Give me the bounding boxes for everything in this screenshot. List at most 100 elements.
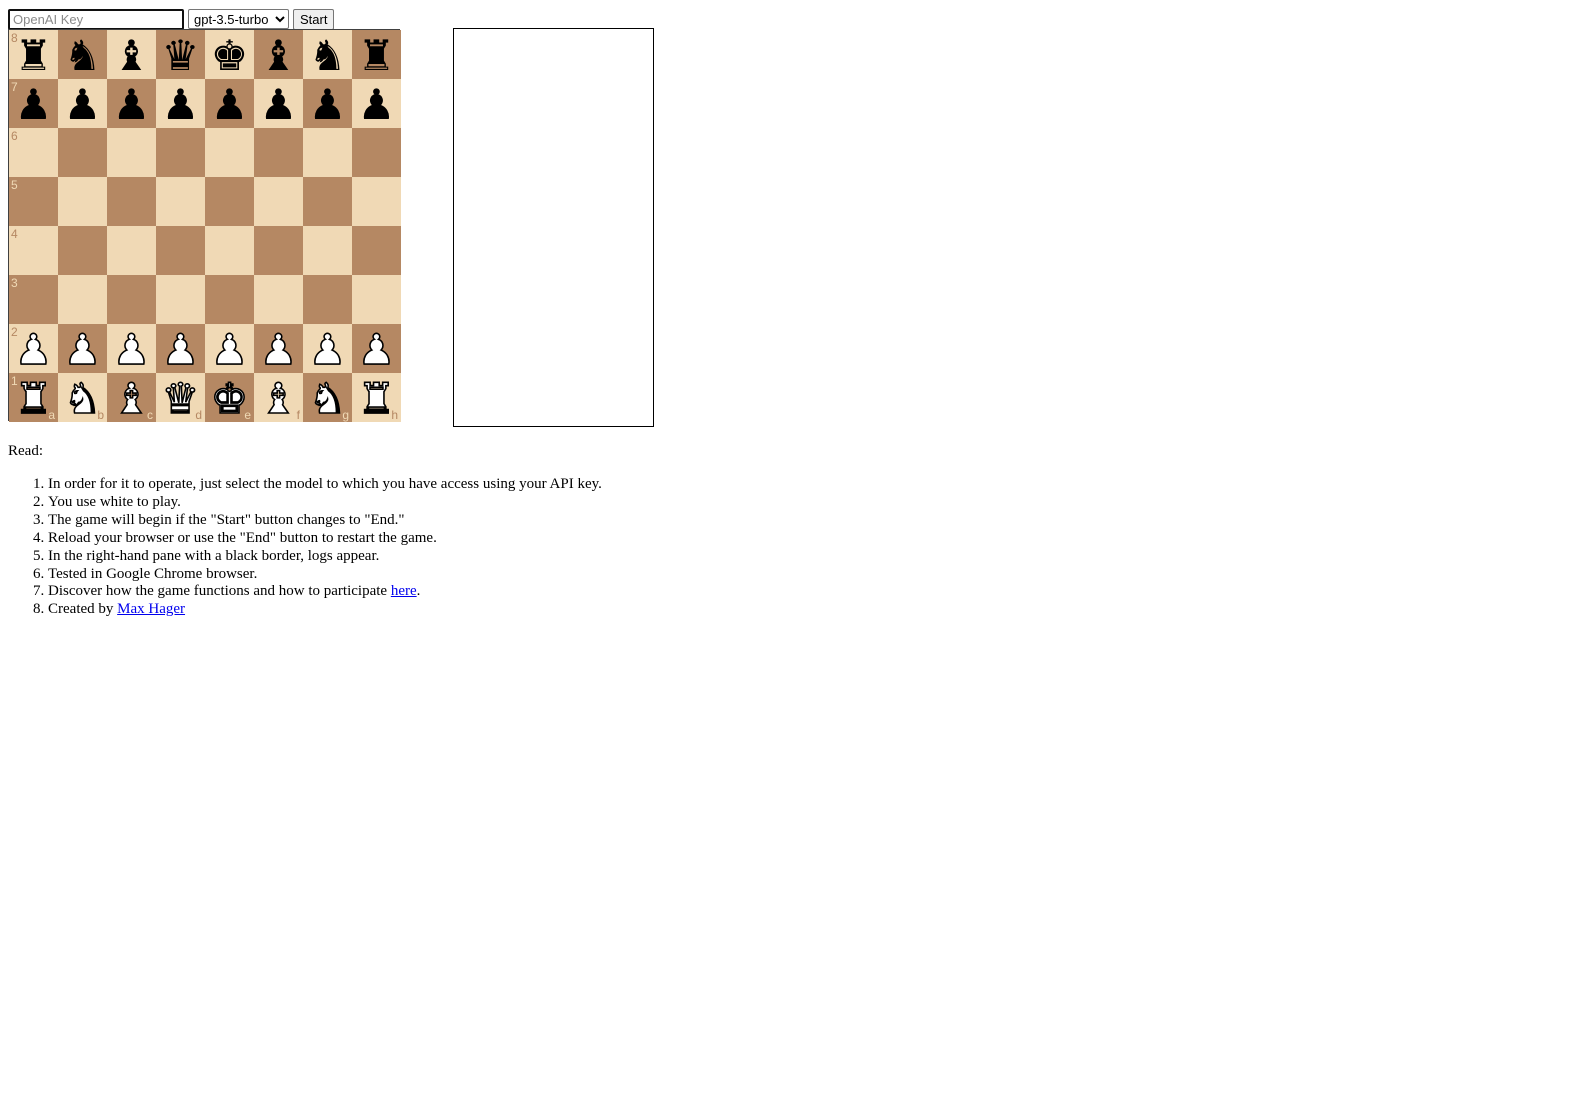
square-d3[interactable] <box>156 275 205 324</box>
square-h1[interactable]: h ♜ <box>352 373 401 422</box>
white-pawn-icon[interactable]: ♟ <box>9 324 58 373</box>
white-pawn-icon[interactable]: ♟ <box>156 324 205 373</box>
square-e5[interactable] <box>205 177 254 226</box>
square-h6[interactable] <box>352 128 401 177</box>
white-pawn-icon[interactable]: ♟ <box>254 324 303 373</box>
black-bishop-icon[interactable]: ♝ <box>107 31 156 79</box>
black-pawn-icon[interactable]: ♟ <box>156 80 205 128</box>
white-pawn-icon[interactable]: ♟ <box>352 324 401 373</box>
square-g8[interactable]: ♞ <box>303 30 352 79</box>
black-pawn-icon[interactable]: ♟ <box>58 80 107 128</box>
square-g4[interactable] <box>303 226 352 275</box>
black-rook-icon[interactable]: ♜ <box>352 31 401 79</box>
white-pawn-icon[interactable]: ♟ <box>303 324 352 373</box>
square-d4[interactable] <box>156 226 205 275</box>
square-d5[interactable] <box>156 177 205 226</box>
black-bishop-icon[interactable]: ♝ <box>254 31 303 79</box>
square-c4[interactable] <box>107 226 156 275</box>
square-b6[interactable] <box>58 128 107 177</box>
square-e3[interactable] <box>205 275 254 324</box>
square-a7[interactable]: 7 ♟ <box>9 79 58 128</box>
start-button[interactable]: Start <box>293 8 335 30</box>
white-bishop-icon[interactable]: ♝ <box>254 373 303 422</box>
white-rook-icon[interactable]: ♜ <box>9 373 58 422</box>
square-a1[interactable]: 1 a ♜ <box>9 373 58 422</box>
square-g2[interactable]: ♟ <box>303 324 352 373</box>
square-b8[interactable]: ♞ <box>58 30 107 79</box>
black-pawn-icon[interactable]: ♟ <box>254 80 303 128</box>
square-h8[interactable]: ♜ <box>352 30 401 79</box>
square-f7[interactable]: ♟ <box>254 79 303 128</box>
square-e2[interactable]: ♟ <box>205 324 254 373</box>
white-knight-icon[interactable]: ♞ <box>58 373 107 422</box>
black-rook-icon[interactable]: ♜ <box>9 31 58 79</box>
black-pawn-icon[interactable]: ♟ <box>107 80 156 128</box>
square-e4[interactable] <box>205 226 254 275</box>
square-e6[interactable] <box>205 128 254 177</box>
square-a8[interactable]: 8 ♜ <box>9 30 58 79</box>
black-knight-icon[interactable]: ♞ <box>303 31 352 79</box>
square-f4[interactable] <box>254 226 303 275</box>
square-b2[interactable]: ♟ <box>58 324 107 373</box>
openai-key-input[interactable] <box>8 8 184 30</box>
square-e1[interactable]: e ♚ <box>205 373 254 422</box>
square-a2[interactable]: 2 ♟ <box>9 324 58 373</box>
square-g6[interactable] <box>303 128 352 177</box>
model-select[interactable]: gpt-3.5-turbo <box>188 9 289 29</box>
black-pawn-icon[interactable]: ♟ <box>303 80 352 128</box>
square-d7[interactable]: ♟ <box>156 79 205 128</box>
square-h3[interactable] <box>352 275 401 324</box>
square-c7[interactable]: ♟ <box>107 79 156 128</box>
square-g7[interactable]: ♟ <box>303 79 352 128</box>
square-g3[interactable] <box>303 275 352 324</box>
black-king-icon[interactable]: ♚ <box>205 31 254 79</box>
square-h7[interactable]: ♟ <box>352 79 401 128</box>
square-c1[interactable]: c ♝ <box>107 373 156 422</box>
black-knight-icon[interactable]: ♞ <box>58 31 107 79</box>
square-g5[interactable] <box>303 177 352 226</box>
white-pawn-icon[interactable]: ♟ <box>205 324 254 373</box>
square-a5[interactable]: 5 <box>9 177 58 226</box>
square-b1[interactable]: b ♞ <box>58 373 107 422</box>
black-queen-icon[interactable]: ♛ <box>156 31 205 79</box>
square-f8[interactable]: ♝ <box>254 30 303 79</box>
square-h4[interactable] <box>352 226 401 275</box>
square-f5[interactable] <box>254 177 303 226</box>
black-pawn-icon[interactable]: ♟ <box>205 80 254 128</box>
white-bishop-icon[interactable]: ♝ <box>107 373 156 422</box>
square-d6[interactable] <box>156 128 205 177</box>
square-h5[interactable] <box>352 177 401 226</box>
square-c2[interactable]: ♟ <box>107 324 156 373</box>
square-d8[interactable]: ♛ <box>156 30 205 79</box>
square-c5[interactable] <box>107 177 156 226</box>
white-king-icon[interactable]: ♚ <box>205 373 254 422</box>
white-knight-icon[interactable]: ♞ <box>303 373 352 422</box>
square-a4[interactable]: 4 <box>9 226 58 275</box>
white-pawn-icon[interactable]: ♟ <box>58 324 107 373</box>
square-b3[interactable] <box>58 275 107 324</box>
square-e8[interactable]: ♚ <box>205 30 254 79</box>
black-pawn-icon[interactable]: ♟ <box>9 80 58 128</box>
square-f3[interactable] <box>254 275 303 324</box>
square-d2[interactable]: ♟ <box>156 324 205 373</box>
white-queen-icon[interactable]: ♛ <box>156 373 205 422</box>
square-c6[interactable] <box>107 128 156 177</box>
square-f6[interactable] <box>254 128 303 177</box>
square-f1[interactable]: f ♝ <box>254 373 303 422</box>
white-rook-icon[interactable]: ♜ <box>352 373 401 422</box>
square-f2[interactable]: ♟ <box>254 324 303 373</box>
square-c3[interactable] <box>107 275 156 324</box>
square-b4[interactable] <box>58 226 107 275</box>
square-b5[interactable] <box>58 177 107 226</box>
square-d1[interactable]: d ♛ <box>156 373 205 422</box>
black-pawn-icon[interactable]: ♟ <box>352 80 401 128</box>
white-pawn-icon[interactable]: ♟ <box>107 324 156 373</box>
square-b7[interactable]: ♟ <box>58 79 107 128</box>
square-a3[interactable]: 3 <box>9 275 58 324</box>
square-a6[interactable]: 6 <box>9 128 58 177</box>
author-link[interactable]: Max Hager <box>117 601 185 617</box>
square-g1[interactable]: g ♞ <box>303 373 352 422</box>
square-e7[interactable]: ♟ <box>205 79 254 128</box>
square-h2[interactable]: ♟ <box>352 324 401 373</box>
here-link[interactable]: here <box>391 583 417 599</box>
